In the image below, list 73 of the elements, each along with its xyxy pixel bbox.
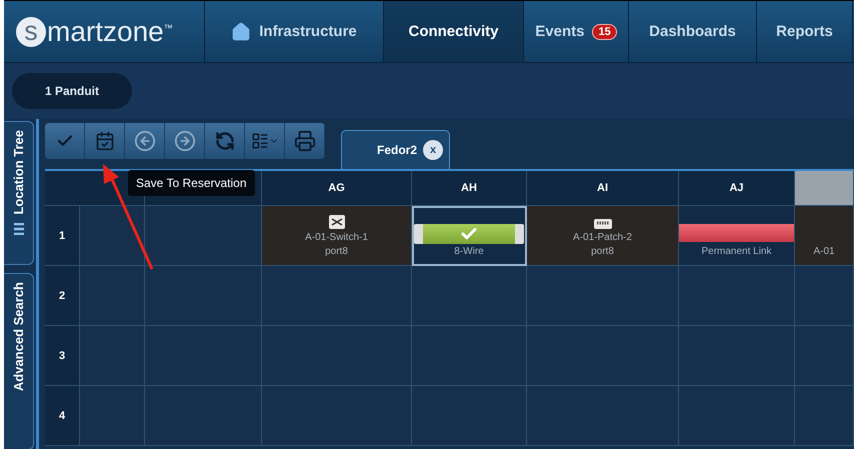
grid-cell[interactable] [412,326,527,386]
column-header: AJ [679,171,795,206]
nav-tab[interactable]: Events 15 [524,1,629,62]
tooltip: Save To Reservation [128,170,255,196]
row-header: 4 [45,386,80,446]
patch-panel-icon [592,218,612,230]
grid-cell[interactable] [527,386,679,446]
grid-cell[interactable] [795,386,854,446]
grid-cell[interactable] [527,266,679,326]
nav-tab[interactable]: Reports [757,1,853,62]
grid-cell[interactable]: Permanent Link [679,206,795,266]
close-button[interactable]: x [423,140,444,160]
arrow-right-icon [174,130,196,152]
breadcrumb-pill[interactable]: 1 Panduit [12,73,132,109]
cell-label: A-01 [813,246,835,258]
nav-tab-label: Reports [776,23,833,40]
side-tab-label: Advanced Search [11,282,26,392]
printer-icon [294,130,316,152]
event-count-badge: 15 [592,24,617,40]
row-header: 3 [45,326,80,386]
grid-cell[interactable]: A-01-Patch-2 port8 [527,206,679,266]
column-list-icon [250,132,278,150]
nav-tab-label: Infrastructure [259,23,357,40]
grid-cell[interactable] [679,386,795,446]
grid-cell[interactable]: A-01 [795,206,854,266]
side-tab[interactable]: Advanced Search [4,273,34,449]
side-tab-label: Location Tree [11,130,26,215]
grid-cell[interactable] [145,206,262,266]
smartzone-logo: s martzone$^{™}$ [4,1,205,62]
column-header: AH [412,171,527,206]
nav-tab[interactable]: Dashboards [629,1,757,62]
grid-cell[interactable] [412,266,527,326]
grid-cell[interactable] [80,266,145,326]
nav-tab-label: Events [535,23,584,40]
row-header: 2 [45,266,80,326]
grid-cell[interactable] [145,326,262,386]
grid-cell[interactable]: A-01-Switch-1 port8 [262,206,412,266]
arrow-left-icon [134,130,156,152]
nav-tab[interactable]: Connectivity [384,1,524,62]
port-label: port8 [591,246,614,258]
list-icon [14,222,24,235]
column-header: AI [527,171,679,206]
refresh-icon [214,131,234,151]
grid-cell[interactable] [145,266,262,326]
cell-label: 8-Wire [454,246,484,258]
home-icon [231,22,252,42]
grid-cell[interactable] [80,206,145,266]
grid-cell[interactable] [527,326,679,386]
nav-tab-label: Dashboards [649,23,736,40]
document-tab[interactable]: Fedor2 x [341,130,450,169]
grid-cell[interactable] [795,326,854,386]
grid-cell[interactable] [262,266,412,326]
grid-cell[interactable] [412,386,527,446]
cell-label: Permanent Link [701,246,772,258]
grid-cell[interactable] [679,266,795,326]
calendar-check-icon [94,131,114,151]
row-header: 1 [45,206,80,266]
grid-cell[interactable] [795,266,854,326]
grid-cell[interactable] [80,386,145,446]
nav-tab-label: Connectivity [408,23,498,40]
grid-cell[interactable] [262,326,412,386]
grid-cell[interactable] [679,326,795,386]
grid-cell[interactable] [145,386,262,446]
document-tab-label: Fedor2 [377,143,418,157]
cell-label: A-01-Patch-2 [573,232,632,244]
grid-cell[interactable]: 8-Wire [412,206,527,266]
switch-icon [328,214,346,230]
grid-cell[interactable] [80,326,145,386]
grid-cell[interactable] [262,386,412,446]
cell-label: A-01-Switch-1 [305,232,368,244]
column-header: AG [262,171,412,206]
port-label: port8 [325,246,348,258]
side-tab[interactable]: Location Tree [4,121,34,266]
